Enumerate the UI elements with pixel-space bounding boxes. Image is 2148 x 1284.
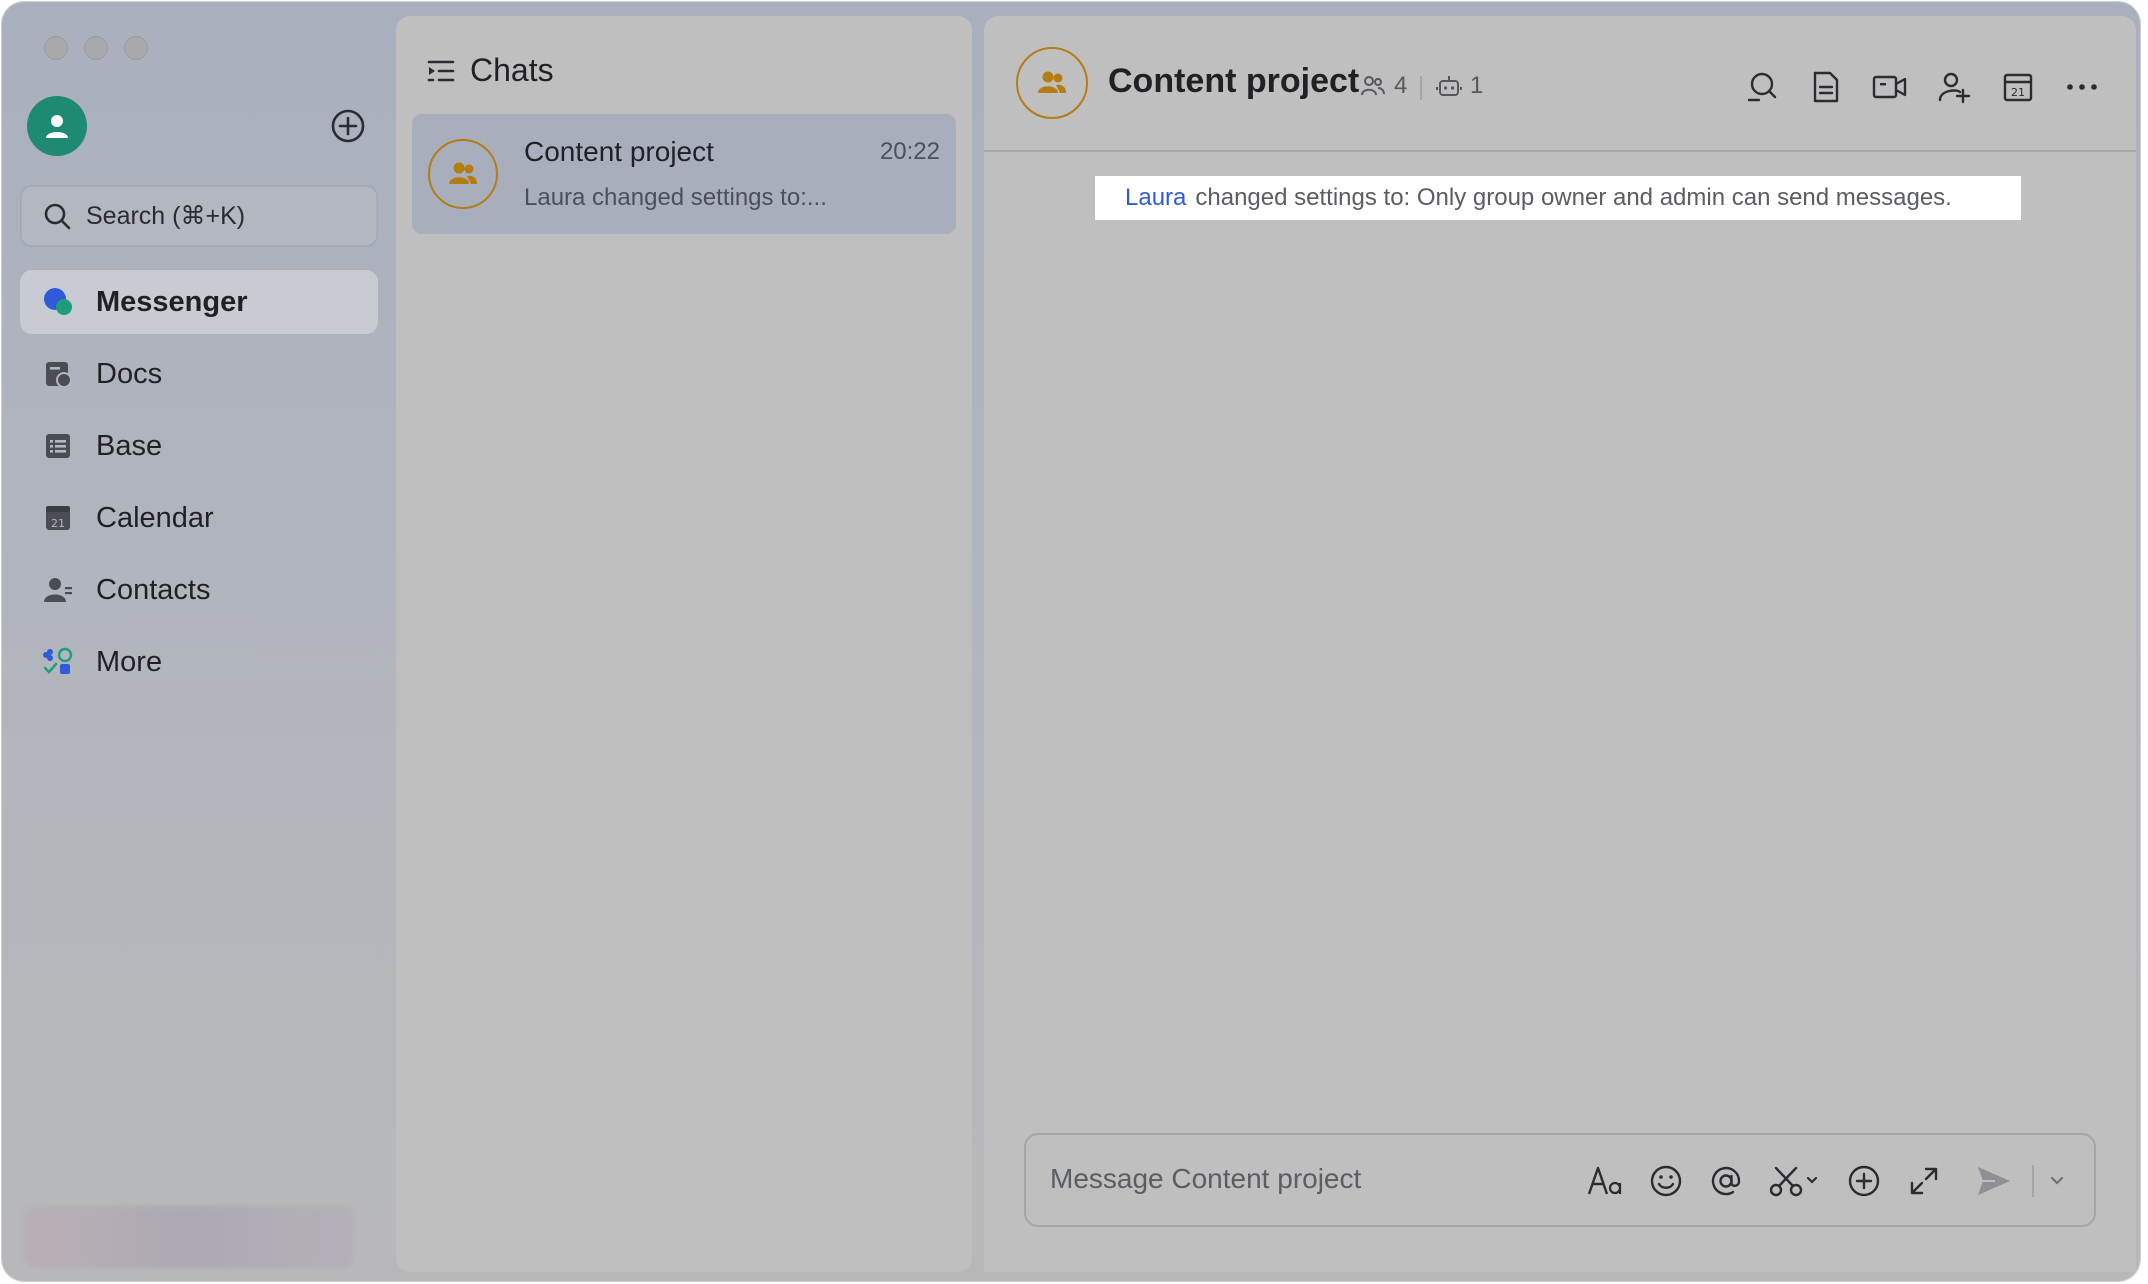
person-icon [46, 115, 68, 138]
base-icon [42, 430, 74, 462]
smiley-icon [1650, 1165, 1682, 1197]
more-apps-icon [42, 646, 74, 678]
member-count[interactable]: 4 [1360, 72, 1407, 100]
at-sign-icon [1711, 1166, 1741, 1196]
text-format-button[interactable] [1586, 1161, 1626, 1201]
svg-text:21: 21 [51, 517, 65, 530]
sidebar-item-calendar[interactable]: 21 Calendar [20, 486, 378, 550]
chevron-down-icon [2050, 1176, 2064, 1185]
conversation-header: Content project 4 1 21 [984, 16, 2136, 152]
close-window-button[interactable] [44, 36, 68, 60]
search-chat-button[interactable] [1743, 68, 1781, 106]
docs-icon [42, 358, 74, 390]
sidebar-item-label: Contacts [96, 573, 211, 606]
create-button[interactable] [330, 108, 366, 144]
add-user-icon [1938, 72, 1971, 104]
send-button[interactable] [1974, 1161, 2014, 1201]
sidebar-item-label: Base [96, 429, 163, 462]
calendar-button[interactable]: 21 [1999, 68, 2037, 106]
blurred-profile-area [24, 1206, 354, 1268]
chats-title: Chats [470, 52, 554, 88]
expand-composer-button[interactable] [1904, 1161, 1944, 1201]
svg-text:21: 21 [2011, 86, 2025, 99]
search-label: Search (⌘+K) [86, 202, 246, 230]
system-message-text: changed settings to: Only group owner an… [1195, 184, 1952, 211]
more-options-button[interactable] [2063, 68, 2101, 106]
bot-count-value: 1 [1470, 72, 1484, 99]
bot-count[interactable]: 1 [1436, 72, 1483, 100]
send-icon [1978, 1167, 2010, 1195]
sidebar-item-label: Docs [96, 357, 163, 390]
search-input[interactable]: Search (⌘+K) [20, 185, 378, 247]
sidebar-item-messenger[interactable]: Messenger [20, 270, 378, 334]
send-divider [2032, 1165, 2034, 1197]
app-window: Search (⌘+K) Messenger Docs Base 21 Cale… [2, 2, 2140, 1281]
system-message: Laura changed settings to: Only group ow… [1095, 176, 2021, 220]
scissors-icon [1769, 1166, 1818, 1197]
minimize-window-button[interactable] [84, 36, 108, 60]
system-message-actor[interactable]: Laura [1125, 184, 1186, 212]
add-member-button[interactable] [1935, 68, 1973, 106]
chat-name: Content project [524, 136, 714, 167]
emoji-button[interactable] [1646, 1161, 1686, 1201]
text-format-icon [1587, 1166, 1622, 1195]
meta-divider [1420, 76, 1422, 100]
plus-circle-icon [331, 109, 365, 143]
collapse-sidebar-icon[interactable] [426, 56, 456, 86]
plus-circle-icon [1848, 1165, 1880, 1197]
group-icon [449, 162, 477, 184]
expand-icon [1910, 1167, 1938, 1195]
member-count-value: 4 [1394, 72, 1408, 99]
message-input-placeholder[interactable]: Message Content project [1050, 1163, 1361, 1195]
docs-button[interactable] [1807, 68, 1845, 106]
chat-list-item[interactable]: Content project 20:22 Laura changed sett… [412, 114, 956, 234]
sidebar-item-base[interactable]: Base [20, 414, 378, 478]
user-avatar[interactable] [27, 96, 87, 156]
send-options-button[interactable] [2042, 1161, 2072, 1201]
chat-time: 20:22 [879, 138, 940, 165]
mention-button[interactable] [1706, 1161, 1746, 1201]
chats-pane: Chats Content project 20:22 Laura change… [396, 16, 972, 1272]
calendar-icon: 21 [42, 502, 74, 534]
sidebar-item-docs[interactable]: Docs [20, 342, 378, 406]
group-icon [1038, 71, 1066, 93]
document-icon [1813, 71, 1839, 103]
video-camera-icon [1872, 75, 1907, 99]
group-avatar [428, 139, 498, 209]
message-composer[interactable]: Message Content project [1024, 1133, 2096, 1227]
conversation-pane: Content project 4 1 21 Laura changed set… [984, 16, 2136, 1272]
sidebar-item-label: Messenger [96, 285, 248, 318]
chat-preview: Laura changed settings to:... [524, 184, 827, 211]
members-icon [1361, 76, 1385, 96]
ellipsis-icon [2067, 84, 2097, 90]
calendar-icon: 21 [2003, 73, 2033, 102]
screenshot-button[interactable] [1768, 1161, 1820, 1201]
sidebar-item-contacts[interactable]: Contacts [20, 558, 378, 622]
search-icon [1747, 72, 1777, 102]
sidebar-item-label: More [96, 645, 163, 678]
search-icon [44, 203, 71, 230]
conversation-avatar[interactable] [1016, 47, 1088, 119]
sidebar-item-label: Calendar [96, 501, 214, 534]
conversation-title[interactable]: Content project [1108, 62, 1359, 101]
bot-icon [1436, 76, 1462, 96]
video-call-button[interactable] [1871, 68, 1909, 106]
sidebar-item-more[interactable]: More [20, 630, 378, 694]
zoom-window-button[interactable] [124, 36, 148, 60]
add-attachment-button[interactable] [1844, 1161, 1884, 1201]
messenger-icon [42, 286, 74, 318]
chats-header: Chats [426, 52, 554, 89]
contacts-icon [42, 574, 74, 606]
